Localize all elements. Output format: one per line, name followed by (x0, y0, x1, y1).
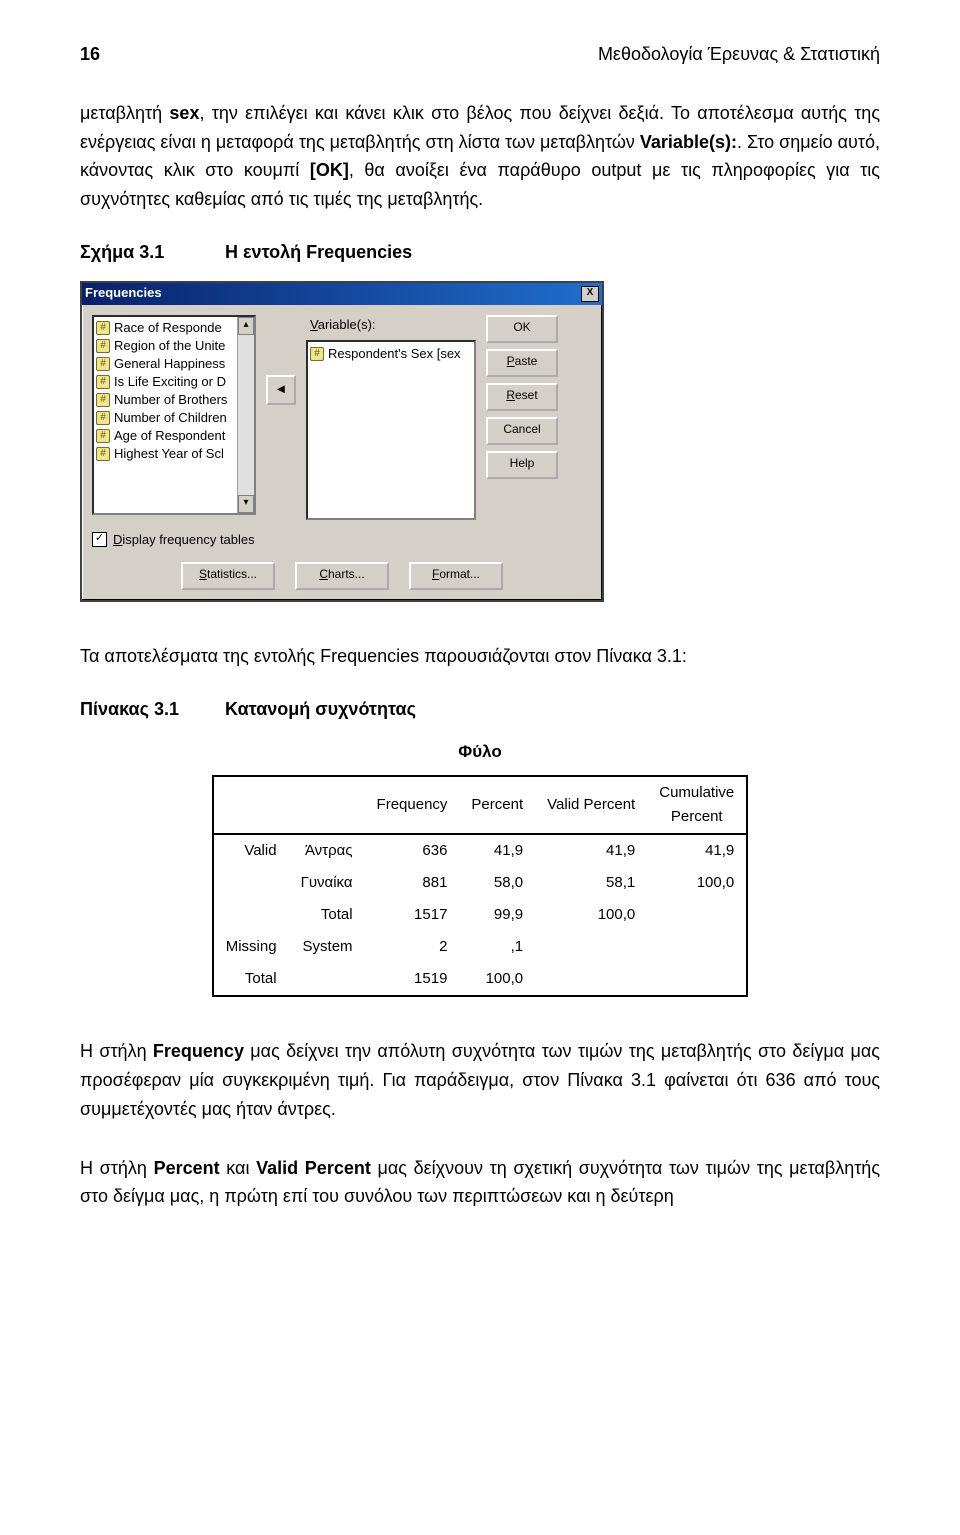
source-variable-list[interactable]: #Race of Responde #Region of the Unite #… (92, 315, 256, 515)
ok-button[interactable]: OK (486, 315, 558, 343)
col-cumulative: CumulativePercent (647, 776, 747, 834)
header-section-title: Μεθοδολογία Έρευνας & Στατιστική (598, 40, 880, 69)
variable-icon: # (96, 447, 110, 461)
table-number: Πίνακας 3.1 (80, 695, 220, 724)
ok-ref: [ΟΚ] (310, 160, 349, 180)
table-title: Φύλο (80, 738, 880, 765)
table-row: Missing System 2 ,1 (213, 931, 748, 963)
results-intro: Τα αποτελέσματα της εντολής Frequencies … (80, 642, 880, 671)
percent-term: Percent (154, 1158, 220, 1178)
table-row: Valid Άντρας 636 41,9 41,9 41,9 (213, 834, 748, 867)
variables-label: Variable(s): (310, 315, 376, 336)
dialog-titlebar[interactable]: Frequencies X (82, 283, 602, 305)
table-caption: Πίνακας 3.1 Κατανομή συχνότητας (80, 695, 880, 724)
help-button[interactable]: Help (486, 451, 558, 479)
frequency-term: Frequency (153, 1041, 244, 1061)
list-item[interactable]: #Age of Respondent (96, 427, 252, 445)
list-item[interactable]: #Is Life Exciting or D (96, 373, 252, 391)
scroll-down-icon[interactable]: ▾ (238, 495, 254, 513)
reset-button[interactable]: Reset (486, 383, 558, 411)
format-button[interactable]: Format... (409, 562, 503, 590)
frequency-explanation: Η στήλη Frequency μας δείχνει την απόλυτ… (80, 1037, 880, 1123)
list-item[interactable]: #Race of Responde (96, 319, 252, 337)
dialog-button-column: OK Paste Reset Cancel Help (486, 315, 558, 479)
table-row: Γυναίκα 881 58,0 58,1 100,0 (213, 867, 748, 899)
list-item[interactable]: #Number of Brothers (96, 391, 252, 409)
list-item[interactable]: #General Happiness (96, 355, 252, 373)
statistics-button[interactable]: Statistics... (181, 562, 275, 590)
col-frequency: Frequency (365, 776, 460, 834)
display-tables-checkbox-row[interactable]: ✓ Display frequency tables (92, 530, 592, 551)
var-sex: sex (169, 103, 199, 123)
table-row: Total 1517 99,9 100,0 (213, 899, 748, 931)
figure-number: Σχήμα 3.1 (80, 238, 220, 267)
list-item[interactable]: #Region of the Unite (96, 337, 252, 355)
percent-explanation: Η στήλη Percent και Valid Percent μας δε… (80, 1154, 880, 1212)
frequency-table: Frequency Percent Valid Percent Cumulati… (212, 775, 749, 997)
variable-icon: # (96, 375, 110, 389)
variable-icon: # (96, 339, 110, 353)
intro-paragraph: μεταβλητή sex, την επιλέγει και κάνει κλ… (80, 99, 880, 214)
variable-icon: # (96, 393, 110, 407)
valid-percent-term: Valid Percent (256, 1158, 371, 1178)
variable-icon: # (96, 429, 110, 443)
display-tables-label: Display frequency tables (113, 530, 255, 551)
header-row: 16 Μεθοδολογία Έρευνας & Στατιστική (80, 40, 880, 69)
checkbox-icon[interactable]: ✓ (92, 532, 107, 547)
page-number: 16 (80, 40, 100, 69)
charts-button[interactable]: Charts... (295, 562, 389, 590)
variable-icon: # (310, 347, 324, 361)
variable-icon: # (96, 357, 110, 371)
dialog-title: Frequencies (85, 283, 162, 304)
figure-caption: Σχήμα 3.1 Η εντολή Frequencies (80, 238, 880, 267)
dialog-bottom-buttons: Statistics... Charts... Format... (92, 562, 592, 590)
page-root: 16 Μεθοδολογία Έρευνας & Στατιστική μετα… (0, 0, 960, 1271)
table-row: Total 1519 100,0 (213, 963, 748, 996)
frequencies-dialog: Frequencies X #Race of Responde #Region … (80, 281, 604, 603)
list-item[interactable]: #Respondent's Sex [sex (310, 344, 472, 365)
move-variable-button[interactable]: ◂ (266, 375, 296, 405)
selected-column: Variable(s): #Respondent's Sex [sex (306, 315, 476, 520)
selected-variable-list[interactable]: #Respondent's Sex [sex (306, 340, 476, 520)
list-item[interactable]: #Highest Year of Scl (96, 445, 252, 463)
cancel-button[interactable]: Cancel (486, 417, 558, 445)
scrollbar[interactable]: ▴ ▾ (237, 317, 254, 513)
scroll-up-icon[interactable]: ▴ (238, 317, 254, 335)
close-icon[interactable]: X (581, 286, 599, 302)
figure-title: Η εντολή Frequencies (225, 242, 412, 262)
variable-icon: # (96, 411, 110, 425)
dialog-main-row: #Race of Responde #Region of the Unite #… (92, 315, 592, 520)
list-item[interactable]: #Number of Children (96, 409, 252, 427)
table-caption-title: Κατανομή συχνότητας (225, 699, 416, 719)
col-percent: Percent (459, 776, 535, 834)
variable-icon: # (96, 321, 110, 335)
variables-ref: Variable(s): (640, 132, 737, 152)
table-header-row: Frequency Percent Valid Percent Cumulati… (213, 776, 748, 834)
col-valid-percent: Valid Percent (535, 776, 647, 834)
paste-button[interactable]: Paste (486, 349, 558, 377)
dialog-body: #Race of Responde #Region of the Unite #… (82, 305, 602, 601)
